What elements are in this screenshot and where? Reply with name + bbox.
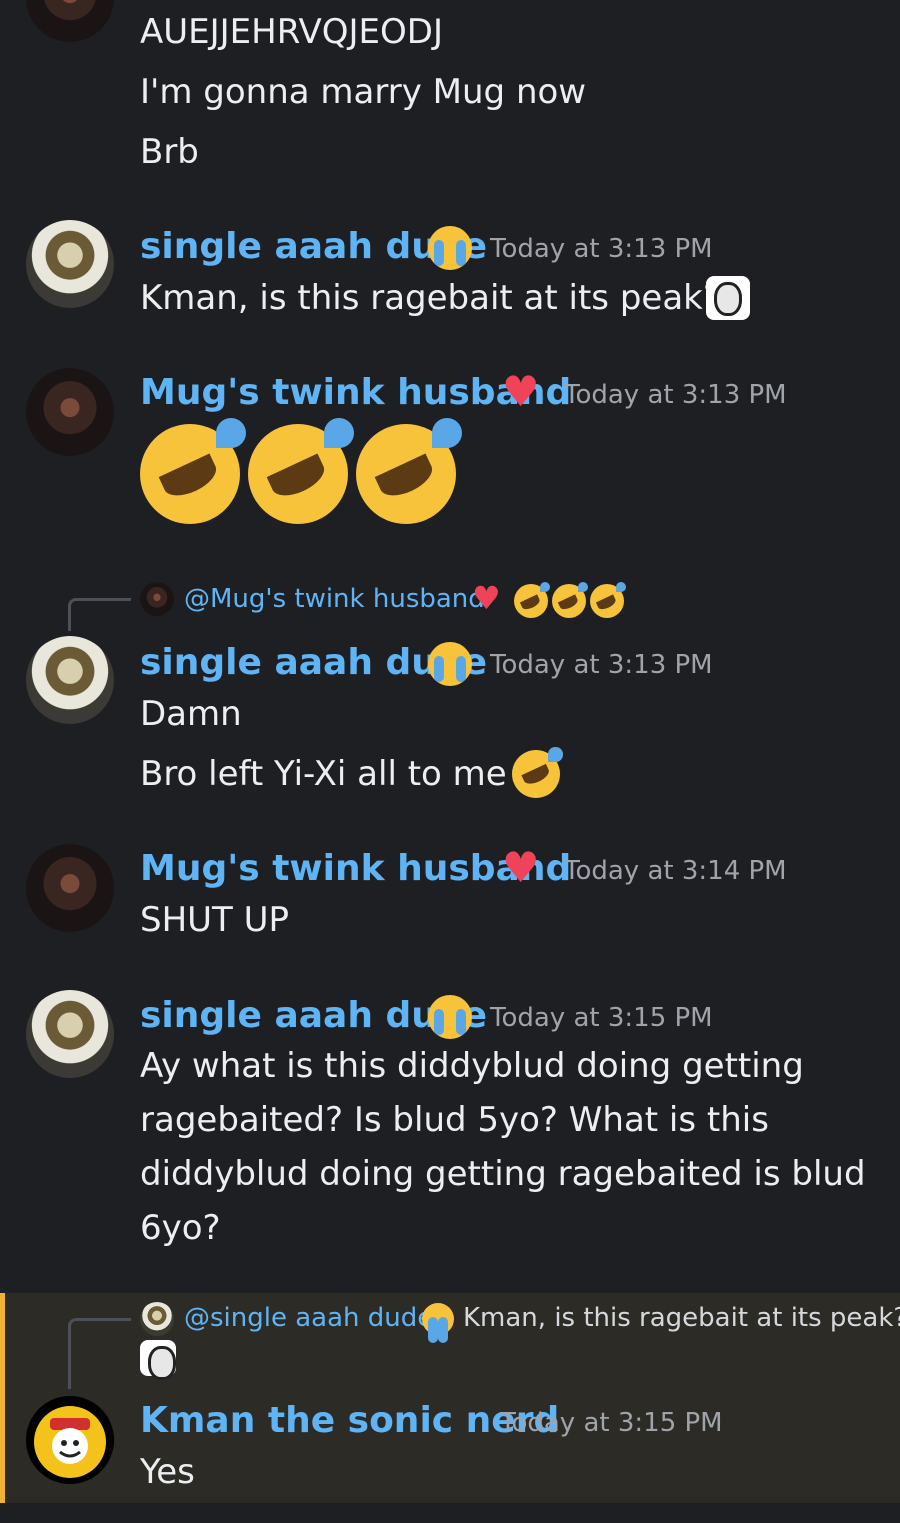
red-heart-icon: ♥	[502, 367, 540, 416]
face-emoji-icon	[706, 276, 750, 320]
avatar[interactable]	[26, 1396, 114, 1484]
rolling-on-floor-laughing-icon	[356, 418, 462, 524]
reply-username[interactable]: @Mug's twink husband	[184, 584, 485, 614]
timestamp: Today at 3:15 PM	[490, 1003, 713, 1033]
timestamp: Today at 3:13 PM	[490, 234, 713, 264]
avatar[interactable]	[26, 220, 114, 308]
reply-connector	[68, 1318, 131, 1389]
rolling-on-floor-laughing-icon	[140, 418, 246, 524]
reply-username[interactable]: @single aaah dude	[184, 1303, 433, 1333]
timestamp: Today at 3:14 PM	[564, 856, 787, 886]
reply-avatar[interactable]	[140, 582, 174, 616]
loudly-crying-face-icon	[428, 642, 472, 686]
message-line: Bro left Yi-Xi all to me	[140, 754, 507, 794]
username[interactable]: Kman the sonic nerd	[140, 1400, 559, 1441]
face-emoji-icon	[140, 1340, 176, 1380]
rolling-on-floor-laughing-icon	[590, 581, 627, 618]
rolling-on-floor-laughing-icon	[552, 581, 589, 618]
message-line: ragebaited? Is blud 5yo? What is this	[140, 1100, 769, 1140]
red-heart-icon: ♥	[472, 579, 501, 617]
message-line: Ay what is this diddyblud doing getting	[140, 1046, 804, 1086]
message-line: 6yo?	[140, 1208, 221, 1248]
avatar[interactable]	[26, 636, 114, 724]
timestamp: Today at 3:13 PM	[490, 650, 713, 680]
message-line: Kman, is this ragebait at its peak?	[140, 278, 721, 318]
reply-text[interactable]: Kman, is this ragebait at its peak?	[463, 1303, 900, 1333]
rolling-on-floor-laughing-icon	[514, 581, 551, 618]
loudly-crying-face-icon	[422, 1303, 454, 1343]
rolling-on-floor-laughing-icon	[248, 418, 354, 524]
kman-avatar-art	[26, 1396, 114, 1484]
message-line: AUEJJEHRVQJEODJ	[140, 12, 443, 52]
reply-avatar[interactable]	[140, 1302, 174, 1336]
red-heart-icon: ♥	[502, 843, 540, 892]
avatar[interactable]	[26, 844, 114, 932]
loudly-crying-face-icon	[428, 995, 472, 1039]
avatar[interactable]	[26, 368, 114, 456]
message-line: I'm gonna marry Mug now	[140, 72, 587, 112]
loudly-crying-face-icon	[428, 226, 472, 270]
avatar[interactable]	[26, 0, 114, 42]
timestamp: Today at 3:15 PM	[500, 1408, 723, 1438]
avatar[interactable]	[26, 990, 114, 1078]
timestamp: Today at 3:13 PM	[564, 380, 787, 410]
message-line: Damn	[140, 694, 242, 734]
message-line: SHUT UP	[140, 900, 289, 940]
message-line: diddyblud doing getting ragebaited is bl…	[140, 1154, 866, 1194]
reply-connector	[68, 598, 131, 631]
message-line: Brb	[140, 132, 199, 172]
rolling-on-floor-laughing-icon	[512, 747, 563, 798]
message-line: Yes	[140, 1452, 195, 1492]
